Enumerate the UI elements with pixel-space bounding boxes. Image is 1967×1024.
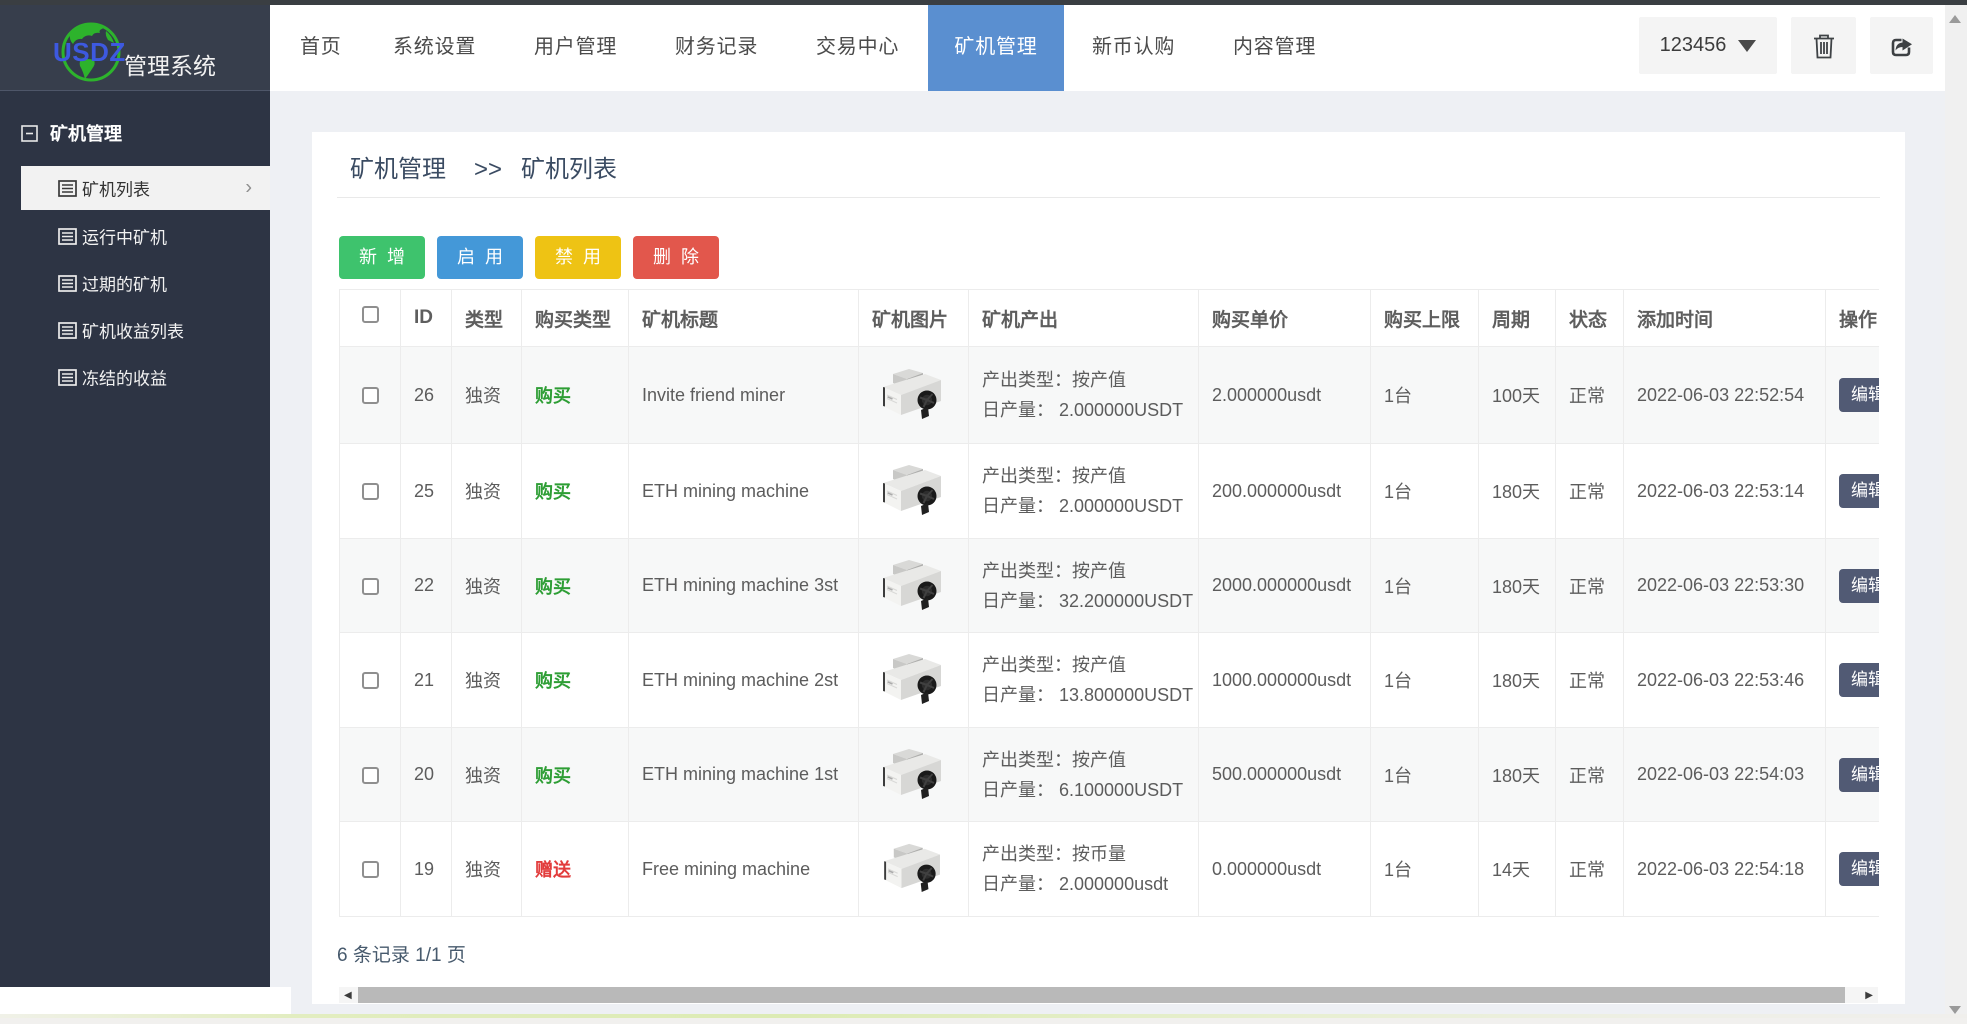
- svg-text:USDZ: USDZ: [53, 37, 126, 67]
